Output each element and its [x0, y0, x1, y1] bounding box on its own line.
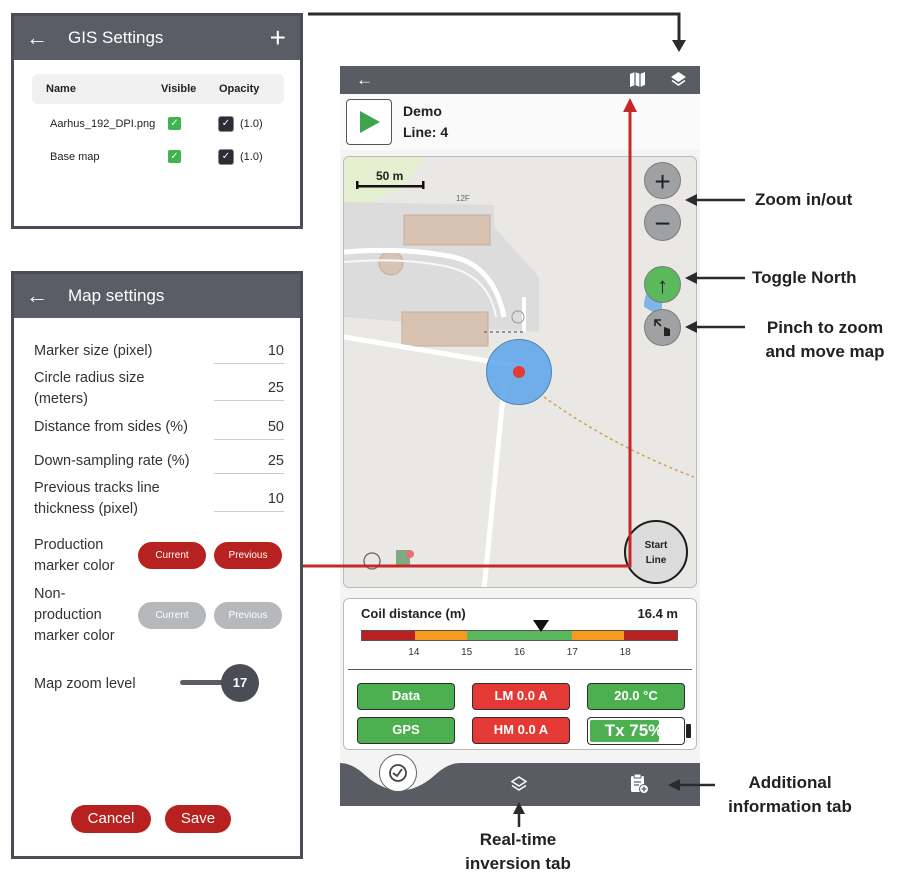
annotation-pinch: Pinch to zoom and move map — [765, 318, 885, 361]
annotation-north: Toggle North — [752, 268, 857, 287]
callout-overlay — [303, 12, 745, 827]
annotation-zoom: Zoom in/out — [755, 190, 853, 209]
annotation-realtime: Real-time inversion tab — [465, 830, 571, 873]
annotation-additional: Additional information tab — [728, 773, 852, 816]
